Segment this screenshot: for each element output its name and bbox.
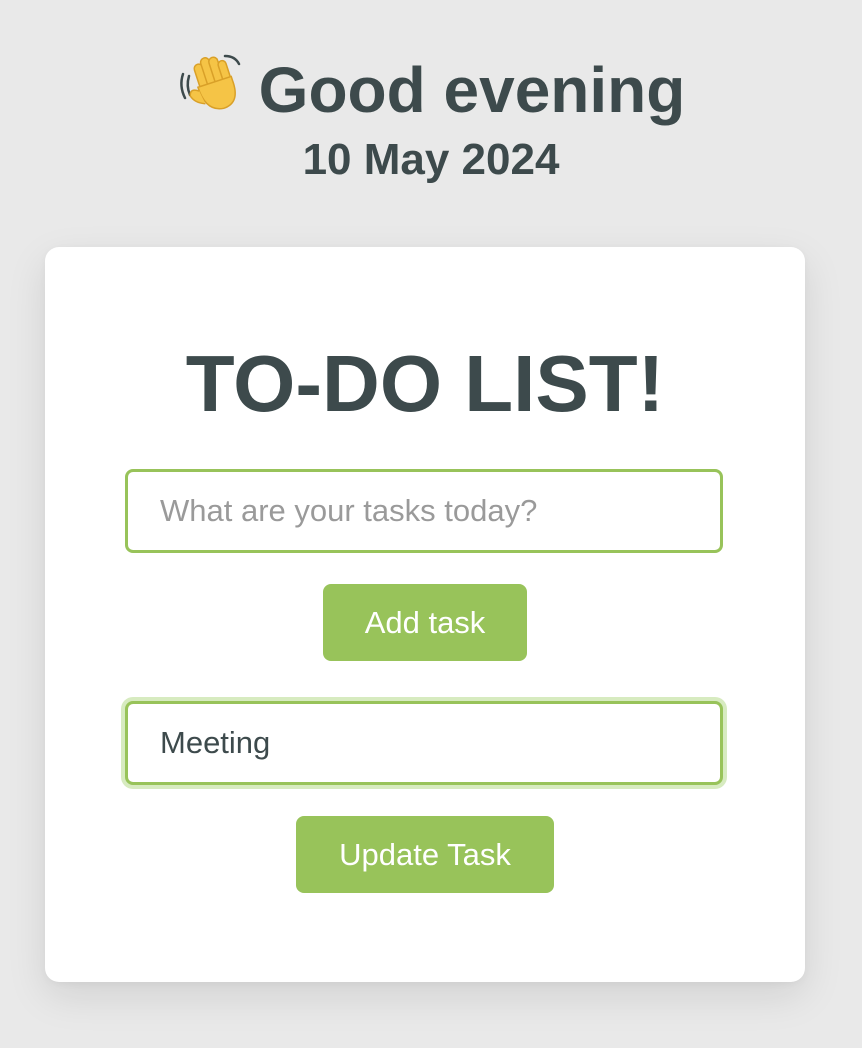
todo-card: TO-DO LIST! Add task Update Task [45,247,805,982]
greeting-heading: Good evening [0,52,862,128]
task-input[interactable] [125,469,723,553]
current-date: 10 May 2024 [302,135,560,184]
waving-hand-icon [177,52,245,116]
page-title: TO-DO LIST! [185,339,665,428]
edit-task-input[interactable] [125,701,723,785]
greeting-text: Good evening [258,54,686,126]
update-task-button[interactable]: Update Task [296,816,554,893]
add-task-button[interactable]: Add task [323,584,527,661]
